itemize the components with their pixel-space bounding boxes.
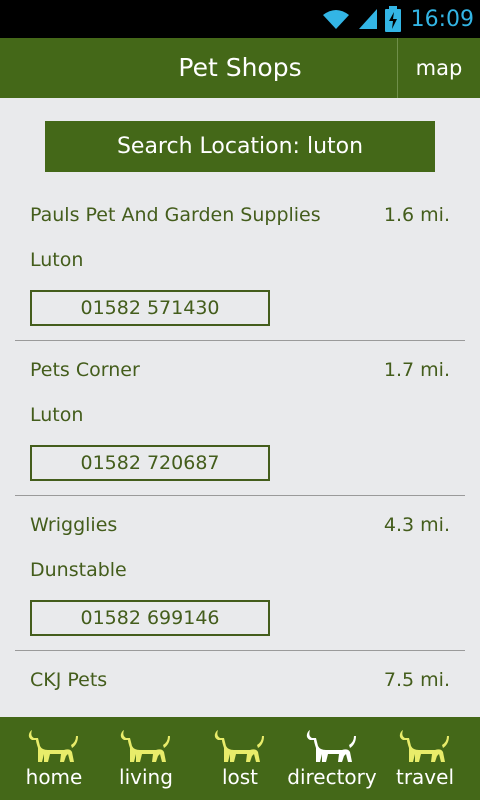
phone-button[interactable]: 01582 571430 (30, 290, 270, 326)
dog-icon (120, 730, 170, 762)
list-item[interactable]: Pets Corner 1.7 mi. Luton 01582 720687 (15, 341, 465, 496)
nav-item-lost[interactable]: lost (190, 717, 290, 800)
nav-item-home[interactable]: home (0, 717, 108, 800)
nav-label: directory (287, 765, 377, 789)
list-item[interactable]: Pauls Pet And Garden Supplies 1.6 mi. Lu… (15, 186, 465, 341)
phone-button[interactable]: 01582 720687 (30, 445, 270, 481)
nav-item-living[interactable]: living (93, 717, 199, 800)
dog-icon (214, 730, 264, 762)
dog-icon (28, 730, 78, 762)
bottom-nav: home living lost directory travel (0, 717, 480, 800)
dog-icon (306, 730, 356, 762)
dog-icon (399, 730, 449, 762)
nav-label: home (25, 765, 83, 789)
shop-name: Wrigglies (30, 514, 118, 536)
map-button[interactable]: map (398, 38, 480, 98)
shop-distance: 7.5 mi. (383, 669, 450, 691)
shop-town: Dunstable (30, 559, 127, 581)
nav-label: living (119, 765, 173, 789)
shop-name: Pauls Pet And Garden Supplies (30, 204, 321, 226)
shop-name: CKJ Pets (30, 669, 108, 691)
wifi-icon (322, 10, 349, 29)
nav-label: lost (221, 765, 259, 789)
shop-name: Pets Corner (30, 359, 140, 381)
status-icons: 16:09 (321, 0, 474, 38)
shop-list[interactable]: Pauls Pet And Garden Supplies 1.6 mi. Lu… (15, 186, 465, 717)
search-location-button[interactable]: Search Location: luton (45, 121, 435, 172)
app-header: Pet Shops map (0, 38, 480, 98)
list-item[interactable]: Wrigglies 4.3 mi. Dunstable 01582 699146 (15, 496, 465, 651)
nav-item-travel[interactable]: travel (375, 717, 475, 800)
nav-item-directory[interactable]: directory (282, 717, 382, 800)
shop-distance: 4.3 mi. (383, 514, 450, 536)
shop-distance: 1.6 mi. (383, 204, 450, 226)
status-clock: 16:09 (410, 6, 474, 32)
signal-icon (358, 9, 377, 29)
nav-label: travel (395, 765, 455, 789)
list-item[interactable]: CKJ Pets 7.5 mi. (15, 651, 465, 717)
shop-distance: 1.7 mi. (383, 359, 450, 381)
battery-charging-icon (384, 6, 401, 32)
shop-town: Luton (30, 249, 84, 271)
shop-town: Luton (30, 404, 84, 426)
phone-button[interactable]: 01582 699146 (30, 600, 270, 636)
status-bar: 16:09 (0, 0, 480, 38)
